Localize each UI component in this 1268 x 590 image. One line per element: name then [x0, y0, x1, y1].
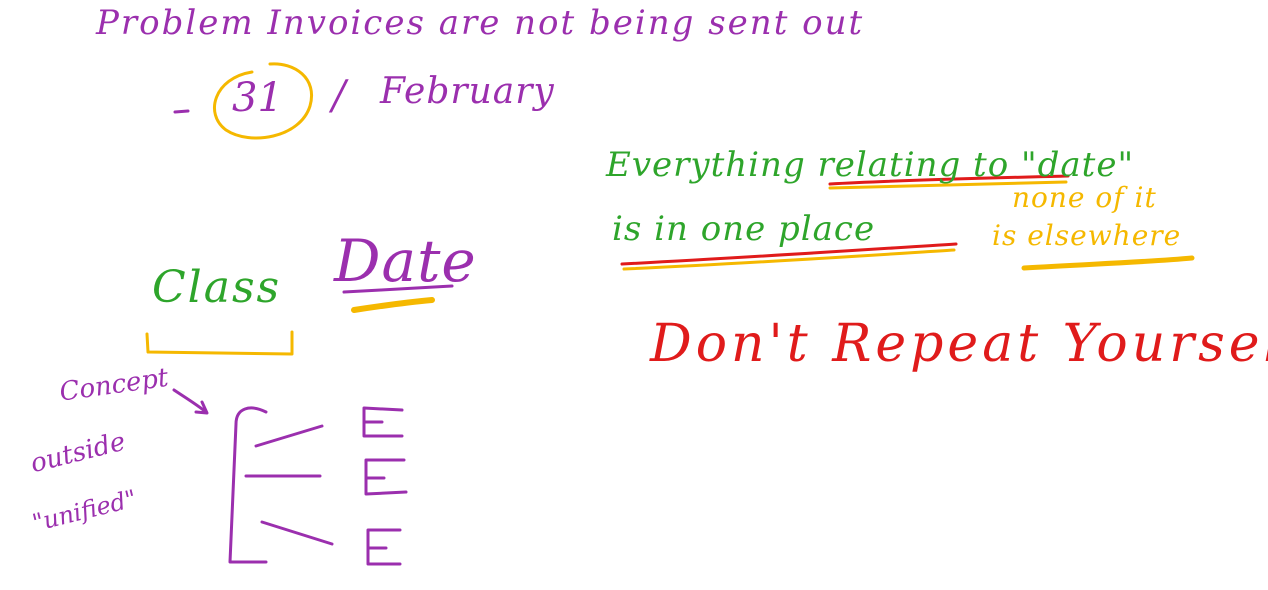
tree-branch-top: [254, 424, 324, 448]
date-class-name: Date: [334, 227, 477, 295]
tree-branch-bottom: [260, 520, 334, 546]
date-word-underline-yellow: [351, 297, 435, 313]
date-number: 31: [232, 75, 283, 121]
tree-leaf-top: [362, 406, 404, 438]
elsewhere-underline: [1021, 255, 1195, 271]
dry-principle-text: Don't Repeat Yourself: [650, 314, 1268, 374]
class-bracket: [145, 330, 294, 356]
tree-leaf-middle: [364, 458, 408, 496]
class-word: Class: [152, 262, 282, 313]
whiteboard-canvas: Problem Invoices are not being sent out …: [0, 0, 1268, 590]
tree-leaf-bottom: [366, 528, 402, 566]
date-slash: /: [332, 73, 346, 119]
one-place-text: is in one place: [612, 209, 876, 249]
dash-mark: [173, 109, 190, 114]
tree-trunk: [228, 406, 268, 564]
problem-statement: Problem Invoices are not being sent out: [96, 3, 865, 43]
everything-relating-text: Everything relating to "date": [606, 145, 1135, 185]
one-place-underline-yellow: [622, 248, 956, 271]
month-name: February: [380, 71, 555, 112]
elsewhere-text: is elsewhere: [992, 219, 1182, 252]
none-of-it-text: none of it: [1012, 181, 1157, 214]
concept-arrow: [172, 388, 209, 415]
